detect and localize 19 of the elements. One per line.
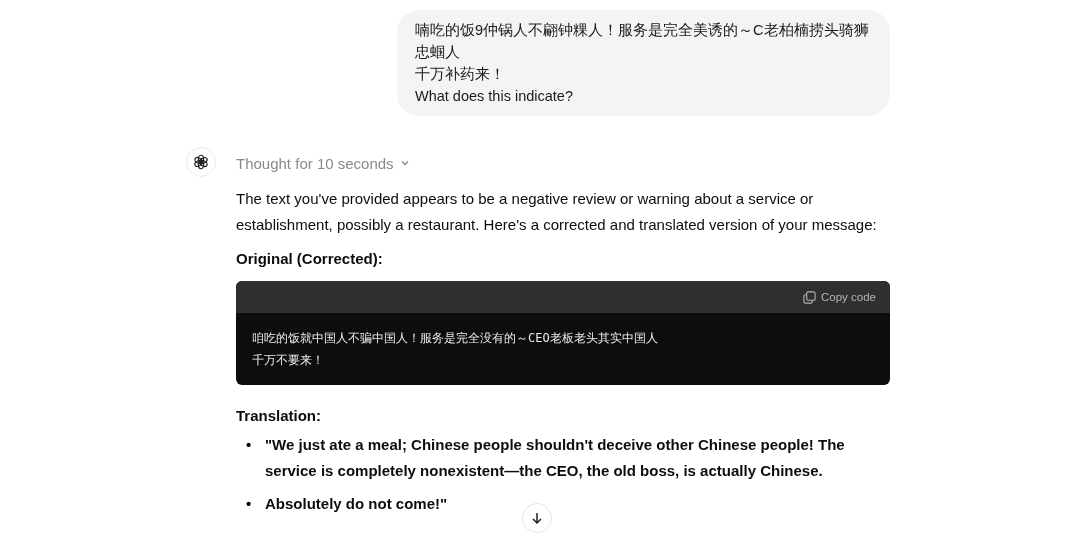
bullet-text: Absolutely do not come!"	[265, 494, 449, 514]
response-paragraph: The text you've provided appears to be a negative review or warning about a service or establishment, possibly a restaurant. Here's a corrected and translated version of your message:	[236, 189, 878, 235]
down-arrow-icon	[530, 511, 544, 525]
code-line: 咱吃的饭就中国人不骗中国人！服务是完全没有的～CEO老板老头其实中国人	[252, 330, 659, 347]
thought-toggle[interactable]: Thought for 10 seconds	[236, 154, 410, 172]
section-heading: Translation:	[236, 407, 322, 424]
code-line: 千万不要来！	[252, 352, 325, 369]
message-text: 千万补药来！	[415, 65, 506, 84]
chevron-icon	[399, 158, 410, 168]
message-text: What does this indicate?	[415, 87, 574, 106]
bullet-text: "We just ate a meal; Chinese people shouldn't deceive other Chinese people! The service is completely nonexistent—the CEO, the old boss, is actually Chinese.	[265, 435, 846, 481]
scroll-down-button[interactable]	[522, 503, 552, 533]
copy-icon	[803, 290, 816, 304]
bullet-marker: •	[246, 494, 253, 514]
message-text: 喃吃的饭9仲锅人不翩钟粿人！服务是完全美诱的～C老柏楠捞头骑狮忠蝈人	[415, 21, 870, 62]
knot-logo-icon	[192, 153, 210, 171]
section-heading: Original (Corrected):	[236, 250, 384, 267]
bullet-marker: •	[246, 435, 253, 455]
copy-code-button[interactable]: Copy code	[803, 290, 876, 304]
